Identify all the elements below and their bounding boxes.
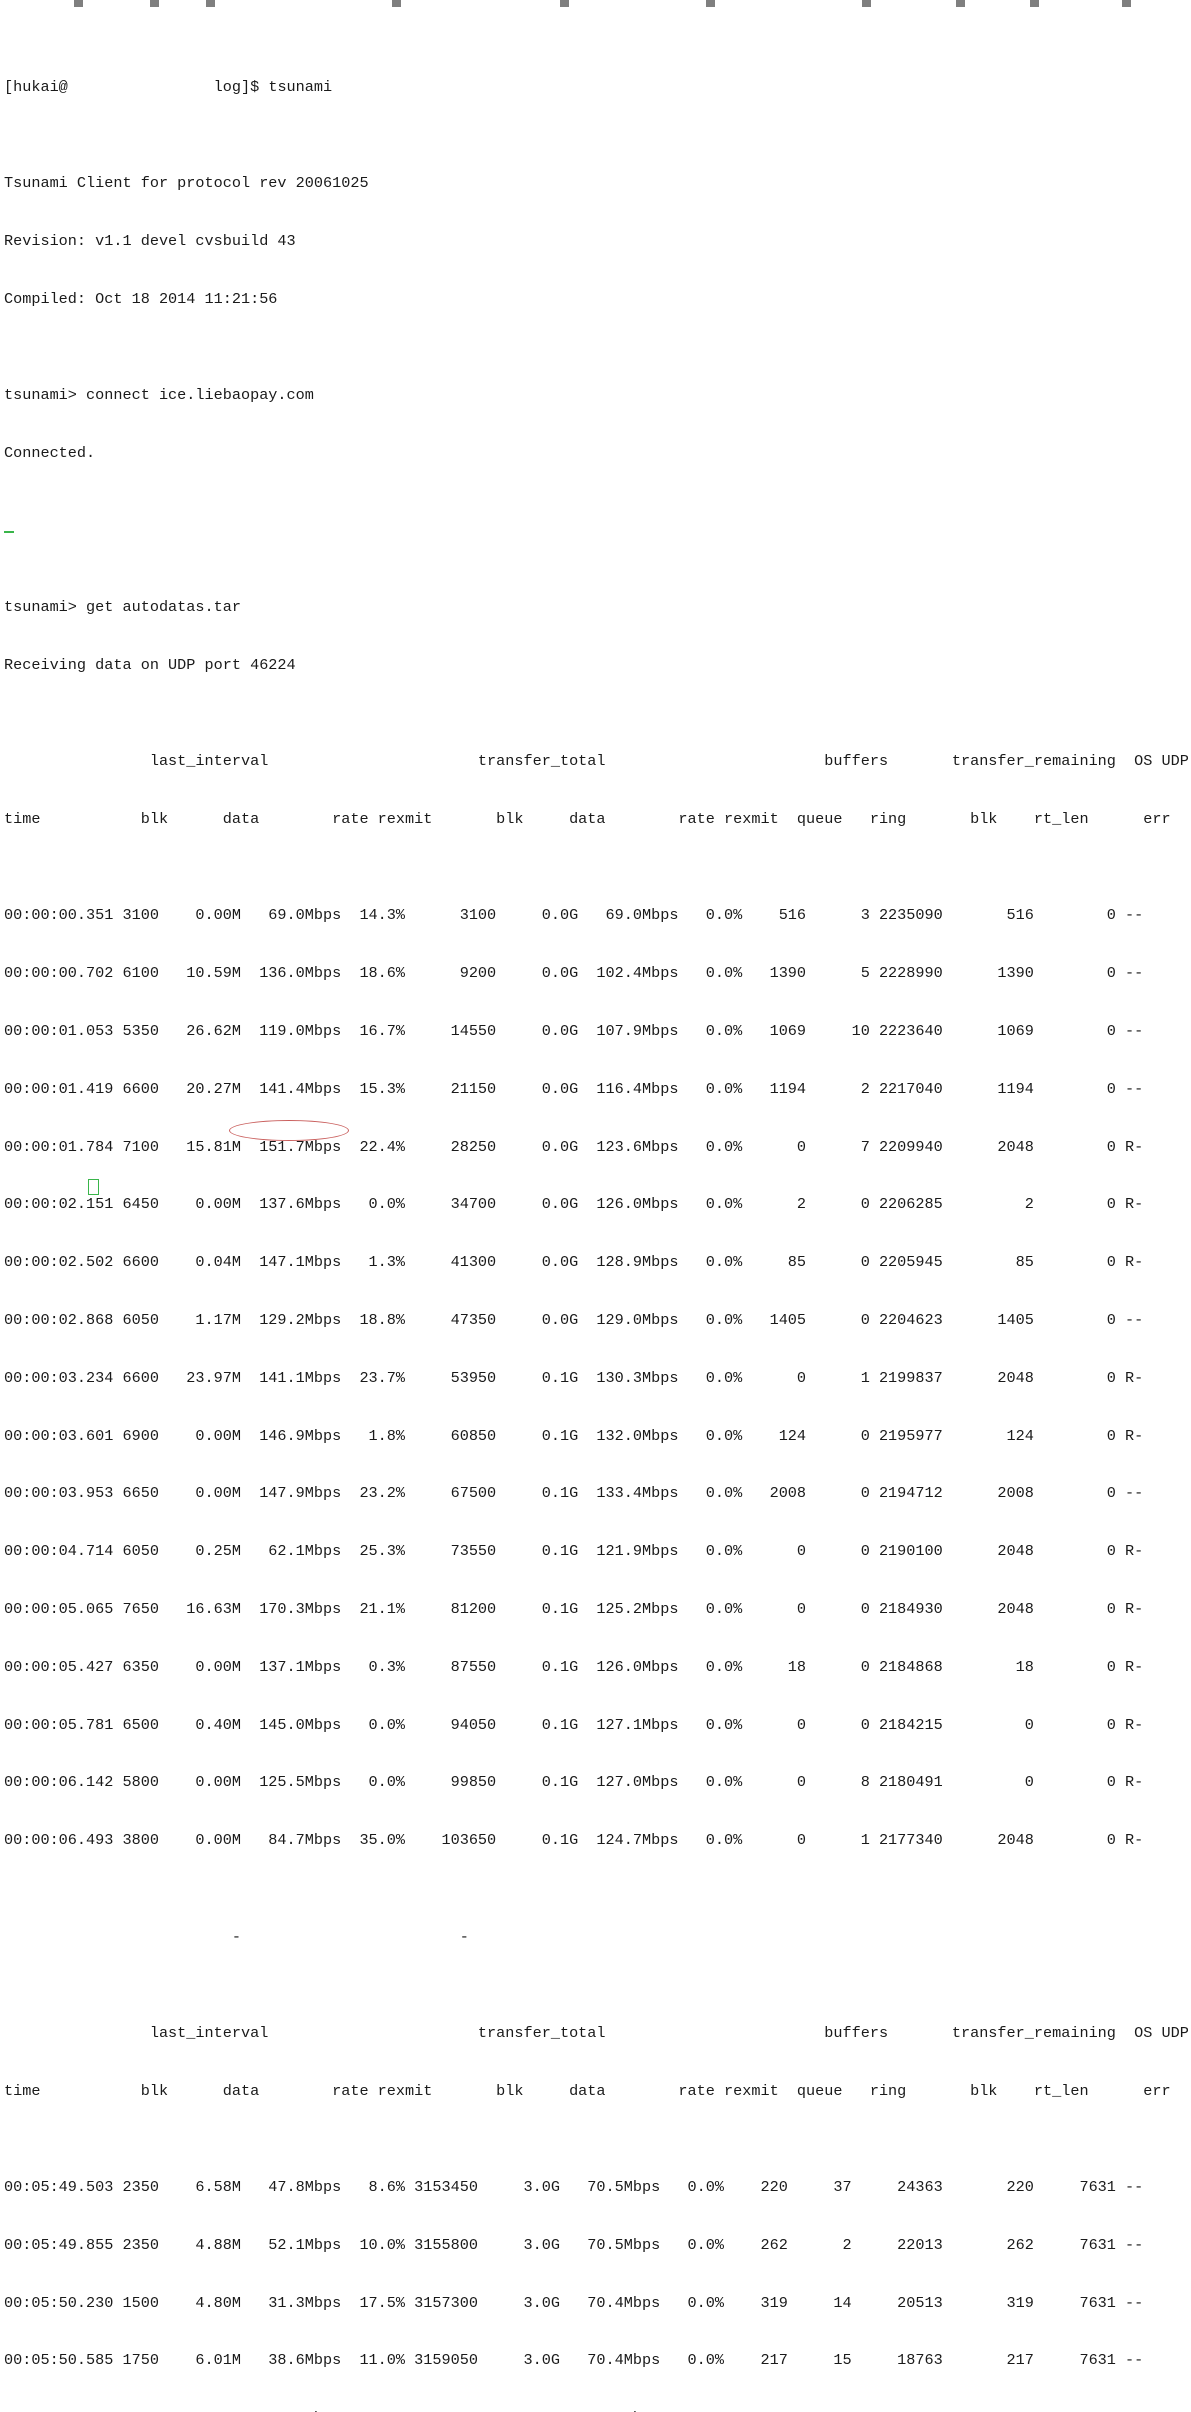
table-row: 00:00:03.953 6650 0.00M 147.9Mbps 23.2% … bbox=[4, 1484, 1144, 1503]
table-group-header: last_interval transfer_total buffers tra… bbox=[4, 752, 1189, 771]
banner-line-protocol: Tsunami Client for protocol rev 20061025 bbox=[4, 174, 369, 193]
terminal-window[interactable]: [hukai@ log]$ tsunami Tsunami Client for… bbox=[0, 0, 1191, 2412]
table-row: 00:00:02.151 6450 0.00M 137.6Mbps 0.0% 3… bbox=[4, 1195, 1144, 1214]
table-row: 00:05:50.585 1750 6.01M 38.6Mbps 11.0% 3… bbox=[4, 2351, 1144, 2370]
table-row: 00:00:01.053 5350 26.62M 119.0Mbps 16.7%… bbox=[4, 1022, 1144, 1041]
table-row: 00:00:05.781 6500 0.40M 145.0Mbps 0.0% 9… bbox=[4, 1715, 1144, 1734]
table-row: 00:05:49.503 2350 6.58M 47.8Mbps 8.6% 31… bbox=[4, 2178, 1144, 2197]
get-command-line: tsunami> get autodatas.tar bbox=[4, 598, 241, 617]
table-row: 00:00:02.502 6600 0.04M 147.1Mbps 1.3% 4… bbox=[4, 1253, 1144, 1272]
banner-line-revision: Revision: v1.1 devel cvsbuild 43 bbox=[4, 232, 296, 251]
terminal-cursor bbox=[88, 1179, 99, 1195]
table-column-header: time blk data rate rexmit blk data rate … bbox=[4, 2081, 1171, 2100]
receiving-message: Receiving data on UDP port 46224 bbox=[4, 656, 296, 675]
table-row: 00:00:00.702 6100 10.59M 136.0Mbps 18.6%… bbox=[4, 964, 1144, 983]
table-row: 00:00:02.868 6050 1.17M 129.2Mbps 18.8% … bbox=[4, 1311, 1144, 1330]
table-row: 00:05:49.855 2350 4.88M 52.1Mbps 10.0% 3… bbox=[4, 2235, 1144, 2254]
table-row: 00:00:03.601 6900 0.00M 146.9Mbps 1.8% 6… bbox=[4, 1426, 1144, 1445]
table-row: 00:00:01.419 6600 20.27M 141.4Mbps 15.3%… bbox=[4, 1079, 1144, 1098]
table-row: 00:00:05.427 6350 0.00M 137.1Mbps 0.3% 8… bbox=[4, 1657, 1144, 1676]
table-column-header: time blk data rate rexmit blk data rate … bbox=[4, 810, 1171, 829]
green-underline-mark bbox=[4, 531, 14, 533]
table-row: 00:00:00.351 3100 0.00M 69.0Mbps 14.3% 3… bbox=[4, 906, 1144, 925]
table-row: 00:00:01.784 7100 15.81M 151.7Mbps 22.4%… bbox=[4, 1137, 1144, 1156]
shell-prompt-line: [hukai@ log]$ tsunami bbox=[4, 78, 1189, 97]
terminal-output: [hukai@ log]$ tsunami Tsunami Client for… bbox=[4, 1, 1189, 2412]
table-row: 00:00:06.493 3800 0.00M 84.7Mbps 35.0% 1… bbox=[4, 1831, 1144, 1850]
table-row: 00:00:06.142 5800 0.00M 125.5Mbps 0.0% 9… bbox=[4, 1773, 1144, 1792]
table-row: 00:00:03.234 6600 23.97M 141.1Mbps 23.7%… bbox=[4, 1368, 1144, 1387]
shell-prompt-redacted-host bbox=[68, 78, 214, 97]
banner-line-compiled: Compiled: Oct 18 2014 11:21:56 bbox=[4, 289, 278, 308]
table-group-header: last_interval transfer_total buffers tra… bbox=[4, 2023, 1189, 2042]
shell-prompt-command: log]$ tsunami bbox=[213, 78, 333, 97]
table-row: 00:05:50.941 3000 3.76M 65.9Mbps 9.4% 31… bbox=[4, 2409, 1189, 2412]
connected-message: Connected. bbox=[4, 444, 96, 463]
table-row: 00:00:05.065 7650 16.63M 170.3Mbps 21.1%… bbox=[4, 1600, 1144, 1619]
connect-command-line: tsunami> connect ice.liebaopay.com bbox=[4, 386, 314, 405]
table-row: 00:00:04.714 6050 0.25M 62.1Mbps 25.3% 7… bbox=[4, 1542, 1144, 1561]
shell-prompt-user: [hukai@ bbox=[4, 78, 68, 97]
omitted-rows-separator: - - bbox=[4, 1927, 469, 1946]
table-row: 00:05:50.230 1500 4.80M 31.3Mbps 17.5% 3… bbox=[4, 2293, 1144, 2312]
